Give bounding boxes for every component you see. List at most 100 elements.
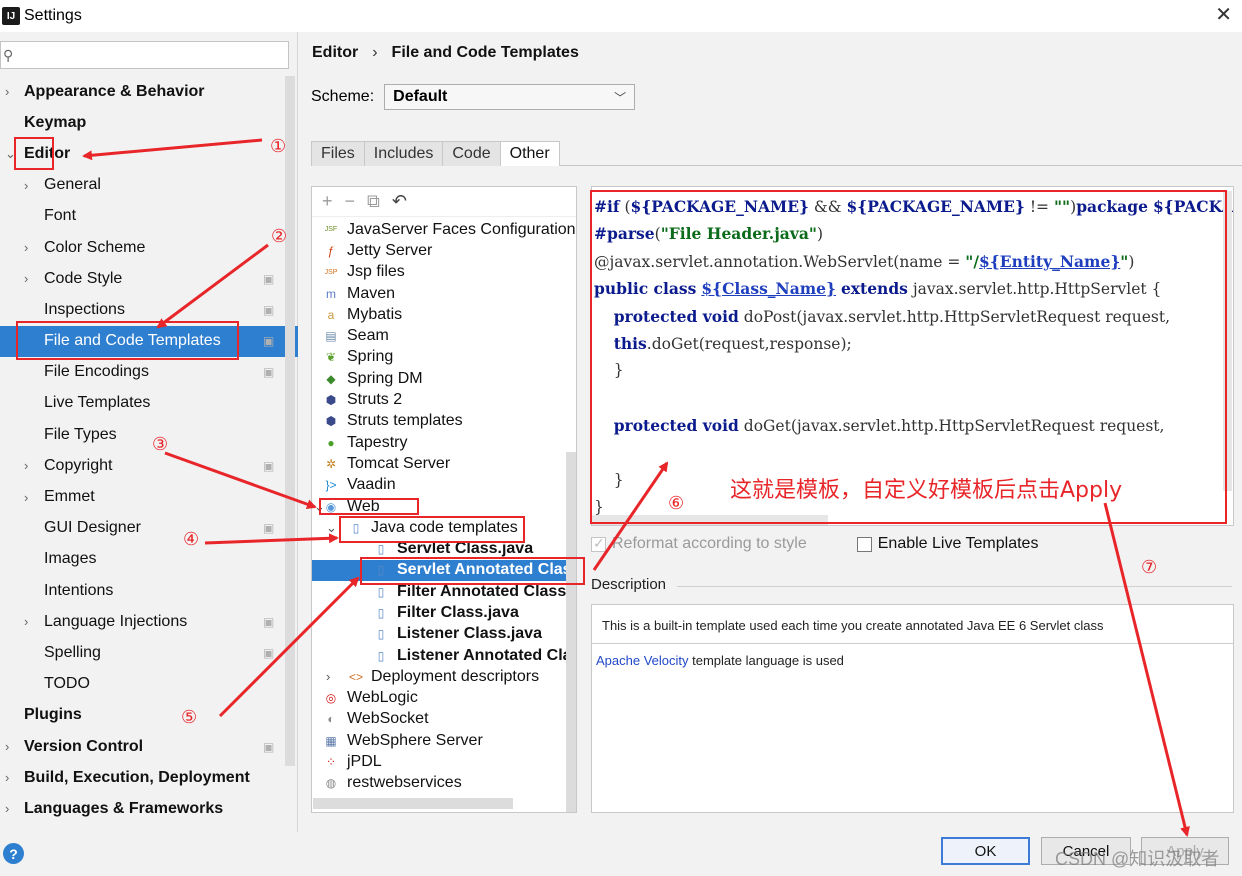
sidebar-item-gui-designer[interactable]: GUI Designer ▣ xyxy=(0,513,284,544)
template-item-restwebservices[interactable]: ◍ restwebservices xyxy=(312,773,566,794)
template-item-filter-class-java[interactable]: ▯ Filter Class.java xyxy=(312,602,566,623)
sidebar-item-languages-frameworks[interactable]: › Languages & Frameworks xyxy=(0,793,284,824)
template-item-seam[interactable]: ▤ Seam xyxy=(312,325,566,346)
chevron-right-icon[interactable]: › xyxy=(326,669,330,684)
sidebar-item-todo[interactable]: TODO xyxy=(0,669,284,700)
template-item-jetty-server[interactable]: ƒ Jetty Server xyxy=(312,240,566,261)
chevron-right-icon[interactable]: › xyxy=(24,240,34,255)
code-token: "File Header.java" xyxy=(660,224,817,244)
template-item-spring[interactable]: ❦ Spring xyxy=(312,347,566,368)
search-input[interactable] xyxy=(13,42,288,68)
template-item-javaserver-faces-configuration[interactable]: JSF JavaServer Faces Configuration xyxy=(312,219,576,240)
template-item-maven[interactable]: m Maven xyxy=(312,283,566,304)
template-item-servlet-annotated-class-java[interactable]: ▯ Servlet Annotated Class.java xyxy=(312,559,576,582)
sidebar-item-editor[interactable]: ⌄ Editor xyxy=(0,138,284,169)
seam-icon: ▤ xyxy=(325,329,337,344)
template-item-websocket[interactable]: ◐ WebSocket xyxy=(312,709,566,730)
template-list-vscrollbar[interactable] xyxy=(566,452,576,812)
title-bar: IJ Settings ✕ xyxy=(0,0,1242,32)
template-item-web[interactable]: ⌄ ◉ Web xyxy=(312,496,566,517)
sidebar-item-spelling[interactable]: Spelling ▣ xyxy=(0,637,284,668)
help-icon[interactable]: ? xyxy=(3,843,24,864)
velocity-link[interactable]: Apache Velocity xyxy=(596,653,689,668)
sidebar-item-intentions[interactable]: Intentions xyxy=(0,575,284,606)
sidebar-item-copyright[interactable]: › Copyright ▣ xyxy=(0,450,284,481)
chevron-right-icon[interactable]: › xyxy=(24,490,34,505)
remove-icon[interactable]: − xyxy=(345,191,356,212)
chevron-right-icon[interactable]: › xyxy=(24,271,34,286)
reset-icon[interactable]: ↶ xyxy=(392,191,407,212)
template-item-label: WebSphere Server xyxy=(347,731,483,749)
template-item-tomcat-server[interactable]: ✲ Tomcat Server xyxy=(312,453,566,474)
editor-hscrollbar[interactable] xyxy=(592,515,828,525)
template-item-spring-dm[interactable]: ◆ Spring DM xyxy=(312,368,566,389)
template-item-struts-2[interactable]: ⬢ Struts 2 xyxy=(312,389,566,410)
chevron-right-icon[interactable]: › xyxy=(24,614,34,629)
tab-files[interactable]: Files xyxy=(311,141,365,166)
chevron-down-icon[interactable]: ⌄ xyxy=(5,146,16,162)
template-item-label: Vaadin xyxy=(347,476,396,494)
template-item-struts-templates[interactable]: ⬢ Struts templates xyxy=(312,411,566,432)
sidebar-item-version-control[interactable]: › Version Control ▣ xyxy=(0,731,284,762)
live-templates-checkbox[interactable] xyxy=(856,536,872,552)
template-item-jsp-files[interactable]: JSP Jsp files xyxy=(312,262,566,283)
template-item-jpdl[interactable]: ⁘ jPDL xyxy=(312,751,566,772)
sidebar-item-code-style[interactable]: › Code Style ▣ xyxy=(0,263,284,294)
ok-button[interactable]: OK xyxy=(941,837,1030,865)
tab-includes[interactable]: Includes xyxy=(363,141,444,166)
code-token: #if xyxy=(594,197,620,216)
template-item-listener-class-java[interactable]: ▯ Listener Class.java xyxy=(312,624,566,645)
sidebar-item-emmet[interactable]: › Emmet xyxy=(0,481,284,512)
template-item-websphere-server[interactable]: ▦ WebSphere Server xyxy=(312,730,566,751)
breadcrumb-parent[interactable]: Editor xyxy=(312,44,358,62)
editor-vscrollbar[interactable] xyxy=(1223,191,1232,491)
project-scope-icon: ▣ xyxy=(263,302,275,317)
sidebar-item-color-scheme[interactable]: › Color Scheme xyxy=(0,232,284,263)
template-list-toolbar: + − ⧉ ↶ xyxy=(312,187,576,217)
template-list-hscrollbar[interactable] xyxy=(313,798,513,809)
tab-code[interactable]: Code xyxy=(442,141,501,166)
template-item-listener-annotated-class-java[interactable]: ▯ Listener Annotated Class.java xyxy=(312,645,576,666)
sidebar-item-inspections[interactable]: Inspections ▣ xyxy=(0,294,284,325)
sidebar-item-file-encodings[interactable]: File Encodings ▣ xyxy=(0,357,284,388)
sidebar-item-images[interactable]: Images xyxy=(0,544,284,575)
sidebar-item-appearance-behavior[interactable]: › Appearance & Behavior xyxy=(0,76,284,107)
sidebar-item-general[interactable]: › General xyxy=(0,170,284,201)
sidebar-item-file-and-code-templates[interactable]: File and Code Templates ▣ xyxy=(0,325,298,357)
settings-search[interactable]: ⚲ xyxy=(0,41,289,69)
chevron-down-icon[interactable]: ⌄ xyxy=(326,520,337,536)
tab-other[interactable]: Other xyxy=(499,141,560,166)
sidebar-item-file-types[interactable]: File Types xyxy=(0,419,284,450)
template-item-deployment-descriptors[interactable]: › <> Deployment descriptors xyxy=(312,666,566,687)
sidebar-item-label: Languages & Frameworks xyxy=(24,799,224,817)
sidebar-item-font[interactable]: Font xyxy=(0,201,284,232)
chevron-right-icon[interactable]: › xyxy=(5,739,15,754)
sidebar-item-plugins[interactable]: Plugins xyxy=(0,700,284,731)
sidebar-item-keymap[interactable]: Keymap xyxy=(0,107,284,138)
template-item-weblogic[interactable]: ◎ WebLogic xyxy=(312,688,566,709)
template-item-mybatis[interactable]: a Mybatis xyxy=(312,304,566,325)
chevron-right-icon[interactable]: › xyxy=(5,801,15,816)
live-templates-option[interactable]: Enable Live Templates xyxy=(856,535,1038,553)
template-item-java-code-templates[interactable]: ⌄ ▯ Java code templates xyxy=(312,517,566,538)
sidebar-item-label: Live Templates xyxy=(44,394,151,412)
scheme-select[interactable]: Default ﹀ xyxy=(384,84,636,110)
sidebar-item-live-templates[interactable]: Live Templates xyxy=(0,388,284,419)
sidebar-item-build-execution-deployment[interactable]: › Build, Execution, Deployment xyxy=(0,762,284,793)
template-item-vaadin[interactable]: }> Vaadin xyxy=(312,475,566,496)
template-item-tapestry[interactable]: ● Tapestry xyxy=(312,432,566,453)
sidebar-scrollbar[interactable] xyxy=(285,76,295,766)
breadcrumb-separator: › xyxy=(372,44,378,61)
close-icon[interactable]: ✕ xyxy=(1215,4,1232,26)
chevron-right-icon[interactable]: › xyxy=(5,770,15,785)
chevron-right-icon[interactable]: › xyxy=(24,458,34,473)
copy-icon[interactable]: ⧉ xyxy=(367,191,380,212)
sidebar-item-label: General xyxy=(44,176,101,194)
template-item-filter-annotated-class-java[interactable]: ▯ Filter Annotated Class.java xyxy=(312,581,576,602)
sidebar-item-language-injections[interactable]: › Language Injections ▣ xyxy=(0,606,284,637)
chevron-right-icon[interactable]: › xyxy=(24,178,34,193)
add-icon[interactable]: + xyxy=(322,191,333,212)
code-token: ${PACKAGE_NAME} xyxy=(630,197,809,216)
chevron-right-icon[interactable]: › xyxy=(5,84,15,99)
template-item-servlet-class-java[interactable]: ▯ Servlet Class.java xyxy=(312,538,566,559)
